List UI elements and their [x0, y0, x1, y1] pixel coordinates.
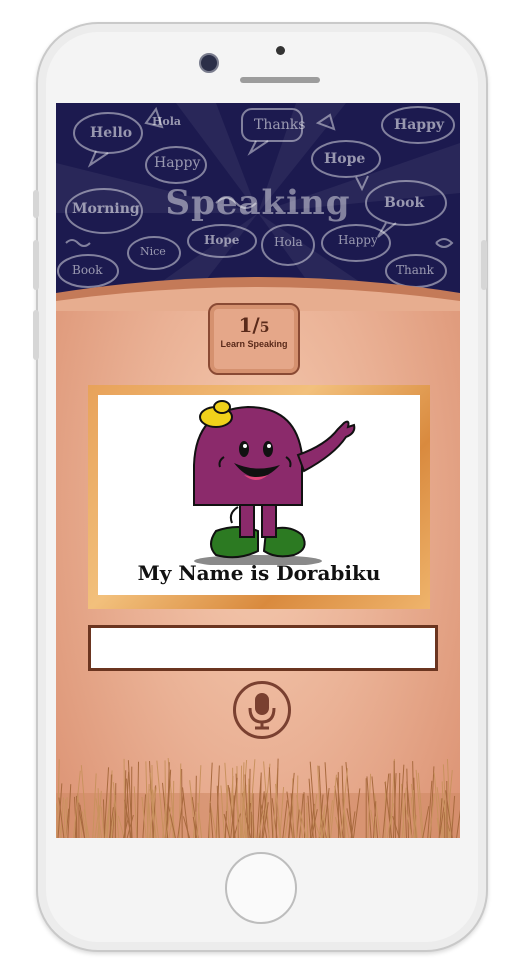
dorabiku-character-icon: [193, 400, 356, 565]
answer-field[interactable]: [88, 625, 438, 671]
progress-label: Learn Speaking: [220, 339, 288, 349]
bubble-word: Hola: [152, 115, 182, 128]
earpiece-speaker: [240, 77, 320, 83]
progress-total: 5: [259, 320, 270, 336]
lesson-frame: My Name is Dorabiku: [88, 385, 430, 609]
side-button: [33, 190, 39, 218]
bubble-word: Hello: [90, 125, 133, 141]
bubble-word: Hope: [204, 233, 240, 247]
bubble-word: Hola: [274, 235, 303, 249]
progress-counter: 1/5 Learn Speaking: [208, 303, 300, 375]
lesson-caption: My Name is Dorabiku: [137, 561, 381, 585]
power-button: [481, 240, 487, 290]
volume-up-button: [33, 240, 39, 290]
progress-fraction: 1/5: [238, 313, 270, 337]
grass-decoration-icon: [56, 758, 460, 838]
home-button[interactable]: [225, 852, 297, 924]
bubble-word: Hope: [324, 151, 366, 167]
volume-down-button: [33, 310, 39, 360]
bubble-word: Nice: [140, 245, 166, 258]
proximity-sensor: [276, 46, 285, 55]
page-title: Speaking: [165, 183, 351, 223]
microphone-icon: [248, 693, 276, 730]
front-camera: [199, 53, 219, 73]
bubble-word: Happy: [338, 233, 378, 247]
bubble-word: Happy: [154, 155, 201, 171]
microphone-button[interactable]: [233, 681, 291, 739]
progress-current: 1: [238, 313, 253, 337]
app-screen: Hello Hola Thanks Happy Happy Hope Morni…: [56, 103, 460, 838]
bubble-word: Thanks: [254, 117, 306, 133]
lesson-card: My Name is Dorabiku: [98, 395, 420, 595]
bubble-word: Happy: [394, 117, 445, 133]
header-banner: Hello Hola Thanks Happy Happy Hope Morni…: [56, 103, 460, 293]
